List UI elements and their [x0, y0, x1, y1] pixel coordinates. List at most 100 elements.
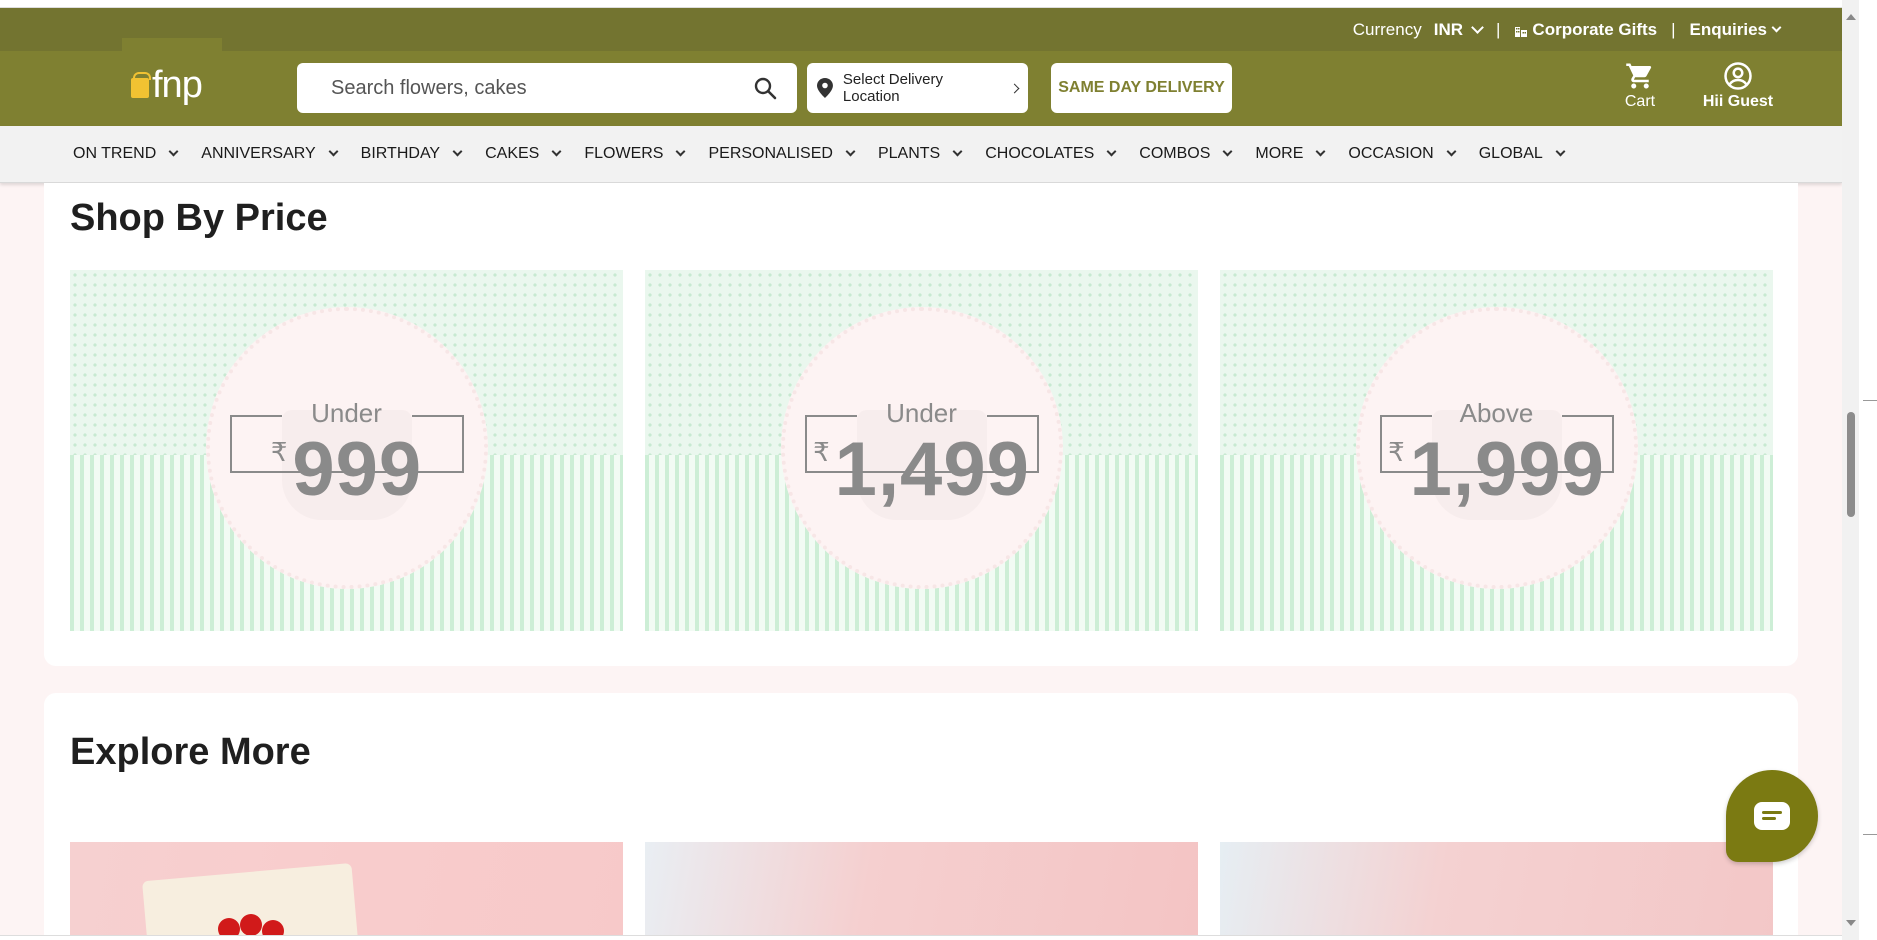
currency-label: Currency	[1352, 19, 1422, 39]
explore-more-section: Explore More	[44, 693, 1798, 940]
corporate-gifts-link[interactable]: Corporate Gifts	[1514, 20, 1657, 40]
nav-item-on-trend[interactable]: ON TREND	[73, 145, 179, 163]
chevron-right-icon	[1009, 83, 1020, 93]
delivery-location-button[interactable]: Select Delivery Location	[807, 63, 1028, 113]
explore-card[interactable]	[1220, 842, 1773, 940]
user-icon	[1724, 62, 1752, 90]
building-icon	[1514, 23, 1528, 37]
section-title: Explore More	[70, 731, 311, 773]
cart-button[interactable]: Cart	[1612, 61, 1668, 111]
nav-label: GLOBAL	[1478, 145, 1543, 162]
currency-selector[interactable]: INR	[1434, 20, 1484, 40]
search-bar	[297, 63, 797, 113]
explore-card[interactable]	[70, 842, 623, 940]
nav-label: FLOWERS	[584, 145, 664, 162]
rupee-symbol: ₹	[813, 437, 831, 467]
edge-tick	[1863, 834, 1877, 835]
price-card-above-1999[interactable]: Above ₹1,999	[1220, 270, 1773, 631]
search-input[interactable]	[331, 76, 753, 100]
price-card-under-999[interactable]: Under ₹999	[70, 270, 623, 631]
window-edge	[1859, 0, 1877, 940]
section-title: Shop By Price	[70, 197, 328, 239]
chevron-down-icon	[328, 146, 339, 157]
nav-item-personalised[interactable]: PERSONALISED	[708, 145, 856, 163]
chevron-down-icon	[1106, 146, 1117, 157]
guest-label: Hii Guest	[1702, 93, 1774, 110]
same-day-delivery-button[interactable]: SAME DAY DELIVERY	[1051, 63, 1232, 113]
nav-label: ON TREND	[73, 145, 157, 162]
enquiries-label: Enquiries	[1689, 19, 1767, 39]
edge-tick	[1863, 400, 1877, 401]
top-utility-bar: Currency INR | Corporate Gifts | Enquiri…	[0, 8, 1842, 51]
chevron-down-icon	[676, 146, 686, 157]
enquiries-dropdown[interactable]: Enquiries	[1689, 19, 1782, 40]
price-qualifier: Under	[886, 398, 957, 428]
nav-item-combos[interactable]: COMBOS	[1139, 145, 1233, 163]
scroll-up-arrow-icon[interactable]	[1846, 14, 1856, 20]
cart-icon	[1626, 63, 1652, 89]
nav-label: PERSONALISED	[708, 145, 833, 162]
chevron-down-icon	[551, 146, 562, 157]
location-pin-icon	[817, 78, 833, 98]
nav-item-birthday[interactable]: BIRTHDAY	[360, 145, 463, 163]
chevron-down-icon	[952, 146, 963, 157]
browser-bottom-strip	[0, 935, 1842, 940]
chevron-down-icon	[1555, 146, 1566, 157]
topbar-links: Currency INR | Corporate Gifts | Enquiri…	[1352, 8, 1782, 51]
nav-label: MORE	[1255, 145, 1304, 162]
nav-item-global[interactable]: GLOBAL	[1478, 145, 1566, 163]
chevron-down-icon	[1315, 146, 1326, 157]
chevron-down-icon	[845, 146, 856, 157]
price-amount: ₹999	[70, 426, 623, 513]
nav-label: OCCASION	[1348, 145, 1434, 162]
nav-item-chocolates[interactable]: CHOCOLATES	[985, 145, 1117, 163]
shop-by-price-section: Shop By Price Under ₹999 Under ₹1,499 Ab…	[44, 183, 1798, 666]
chat-button[interactable]	[1726, 770, 1818, 862]
nav-label: PLANTS	[877, 145, 941, 162]
scrollbar-thumb[interactable]	[1847, 412, 1855, 517]
chevron-down-icon	[452, 146, 463, 157]
cart-label: Cart	[1624, 93, 1656, 110]
fnp-logo[interactable]: fnp	[131, 63, 203, 106]
main-header: fnp Select Delivery Location SAME DAY DE…	[0, 51, 1842, 126]
chevron-down-icon	[168, 146, 179, 157]
nav-label: CAKES	[485, 145, 540, 162]
scroll-down-arrow-icon[interactable]	[1846, 920, 1856, 926]
location-label: Select Delivery Location	[842, 71, 943, 105]
chevron-down-icon	[1222, 146, 1233, 157]
price-value: 999	[292, 427, 423, 512]
search-icon[interactable]	[753, 76, 777, 100]
nav-item-cakes[interactable]: CAKES	[485, 145, 562, 163]
nav-item-plants[interactable]: PLANTS	[877, 145, 963, 163]
price-value: 1,499	[834, 427, 1030, 512]
nav-item-flowers[interactable]: FLOWERS	[584, 145, 686, 163]
chevron-down-icon	[1771, 22, 1782, 32]
nav-label: COMBOS	[1139, 145, 1211, 162]
nav-label: ANNIVERSARY	[201, 145, 316, 162]
logo-tab-accent	[122, 38, 222, 51]
price-qualifier: Above	[1459, 398, 1534, 428]
price-card-under-1499[interactable]: Under ₹1,499	[645, 270, 1198, 631]
explore-card[interactable]	[645, 842, 1198, 940]
chevron-down-icon	[1446, 146, 1457, 157]
account-button[interactable]: Hii Guest	[1700, 61, 1776, 111]
gift-logo-icon	[131, 72, 151, 98]
scrollbar[interactable]	[1842, 0, 1859, 940]
price-amount: ₹1,999	[1220, 426, 1773, 513]
browser-top-strip	[0, 0, 1842, 8]
category-nav: ON TREND ANNIVERSARY BIRTHDAY CAKES FLOW…	[0, 126, 1842, 183]
corporate-gifts-label: Corporate Gifts	[1532, 19, 1658, 39]
nav-item-anniversary[interactable]: ANNIVERSARY	[201, 145, 339, 163]
rupee-symbol: ₹	[270, 437, 289, 467]
chevron-down-icon	[1471, 20, 1484, 34]
nav-label: BIRTHDAY	[360, 145, 441, 162]
nav-item-more[interactable]: MORE	[1255, 145, 1326, 163]
rupee-symbol: ₹	[1388, 437, 1406, 467]
nav-label: CHOCOLATES	[985, 145, 1095, 162]
nav-item-occasion[interactable]: OCCASION	[1348, 145, 1457, 163]
chat-icon	[1754, 802, 1790, 830]
separator: |	[1671, 19, 1676, 39]
price-qualifier: Under	[311, 398, 382, 428]
price-amount: ₹1,499	[645, 426, 1198, 513]
logo-text: fnp	[152, 63, 203, 106]
